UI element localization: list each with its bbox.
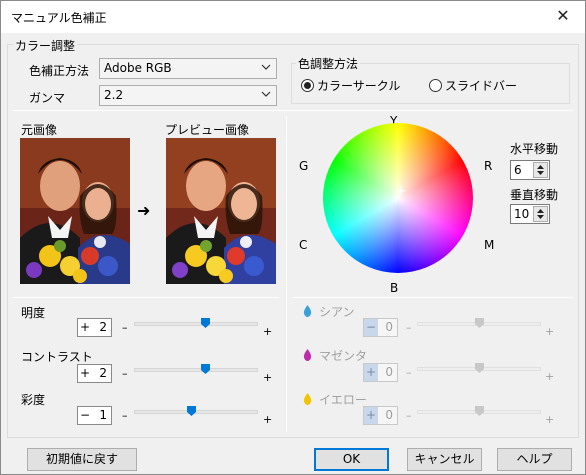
cyan-value: 0 [385, 320, 393, 334]
horizontal-shift-label: 水平移動 [510, 142, 559, 156]
magenta-drop-icon [303, 349, 312, 361]
slider-minus-mark: – [406, 321, 412, 334]
radio-color-circle-label[interactable]: カラーサークル [317, 77, 400, 94]
brightness-slider-thumb[interactable] [201, 317, 210, 328]
saturation-value-box[interactable]: − 1 [77, 406, 112, 425]
saturation-sign: − [79, 408, 91, 422]
yellow-sign: + [364, 407, 378, 424]
yellow-value-box: + 0 [363, 406, 398, 425]
brightness-value: 2 [99, 320, 107, 334]
cyan-value-box: − 0 [363, 318, 398, 337]
brightness-sign: + [79, 320, 91, 334]
divider [13, 297, 279, 298]
close-button[interactable]: ✕ [541, 1, 585, 31]
cyan-label: シアン [319, 305, 355, 319]
cancel-button[interactable]: キャンセル [407, 448, 482, 471]
slider-minus-mark: – [406, 366, 412, 379]
wheel-label-g: G [299, 159, 309, 173]
window-title: マニュアル色補正 [11, 11, 107, 25]
correction-method-select[interactable]: Adobe RGB [99, 58, 277, 79]
radio-slide-bar[interactable] [429, 79, 442, 92]
wheel-center-marker[interactable]: + [395, 183, 407, 199]
slider-minus-mark: – [122, 321, 128, 334]
vertical-shift-label: 垂直移動 [510, 188, 559, 202]
title-bar: マニュアル色補正 ✕ [1, 1, 585, 33]
yellow-value: 0 [385, 408, 393, 422]
reset-defaults-button[interactable]: 初期値に戻す [27, 448, 137, 471]
contrast-sign: + [79, 366, 91, 380]
original-image [20, 138, 130, 284]
radio-slide-bar-label[interactable]: スライドバー [445, 77, 517, 94]
magenta-slider-thumb [475, 362, 484, 373]
saturation-slider-track[interactable] [134, 410, 258, 414]
correction-method-value: Adobe RGB [104, 61, 172, 75]
correction-method-label: 色補正方法 [29, 64, 90, 78]
brightness-slider-track[interactable] [134, 322, 258, 326]
slider-minus-mark: – [406, 409, 412, 422]
slider-plus-mark: + [545, 413, 555, 426]
slider-minus-mark: – [122, 409, 128, 422]
brightness-value-box[interactable]: + 2 [77, 318, 112, 337]
yellow-drop-icon [303, 393, 312, 405]
yellow-slider-thumb [475, 405, 484, 416]
saturation-value: 1 [99, 408, 107, 422]
contrast-slider-track[interactable] [134, 368, 258, 372]
gamma-label: ガンマ [29, 91, 66, 105]
ok-button[interactable]: OK [314, 448, 389, 471]
method-legend: 色調整方法 [296, 55, 361, 72]
help-button[interactable]: ヘルプ [497, 448, 572, 471]
wheel-label-c: C [299, 238, 308, 252]
preview-image-label: プレビュー画像 [165, 123, 250, 137]
wheel-label-m: M [484, 238, 495, 252]
cyan-slider-thumb [475, 317, 484, 328]
horizontal-shift-value: 6 [514, 163, 522, 177]
slider-plus-mark: + [263, 371, 273, 384]
slider-plus-mark: + [545, 370, 555, 383]
magenta-value-box: + 0 [363, 363, 398, 382]
slider-plus-mark: + [263, 325, 273, 338]
spin-arrows-icon[interactable] [533, 206, 548, 222]
gamma-value: 2.2 [104, 88, 124, 102]
yellow-label: イエロー [319, 393, 367, 407]
magenta-label: マゼンタ [319, 349, 368, 363]
contrast-slider-thumb[interactable] [201, 363, 210, 374]
wheel-label-b: B [390, 281, 399, 295]
magenta-sign: + [364, 364, 378, 381]
dialog-window: マニュアル色補正 ✕ カラー調整 色補正方法 Adobe RGB ガンマ 2.2… [0, 0, 586, 475]
contrast-label: コントラスト [21, 350, 93, 364]
cyan-sign: − [364, 319, 378, 336]
vertical-shift-spinner[interactable]: 10 [510, 204, 550, 224]
chevron-down-icon [261, 64, 271, 70]
brightness-label: 明度 [21, 306, 46, 320]
saturation-label: 彩度 [21, 393, 46, 407]
original-image-label: 元画像 [21, 123, 58, 137]
saturation-slider-thumb[interactable] [187, 405, 196, 416]
wheel-label-r: R [484, 159, 493, 173]
divider [13, 110, 573, 111]
vertical-shift-value: 10 [514, 207, 530, 221]
slider-plus-mark: + [263, 413, 273, 426]
contrast-value: 2 [99, 366, 107, 380]
cyan-drop-icon [303, 305, 312, 317]
arrow-right-icon: ➜ [137, 201, 151, 220]
color-adjust-legend: カラー調整 [13, 37, 78, 54]
divider [286, 116, 287, 432]
slider-minus-mark: – [122, 367, 128, 380]
preview-image [166, 138, 276, 284]
spin-arrows-icon[interactable] [533, 162, 548, 178]
contrast-value-box[interactable]: + 2 [77, 364, 112, 383]
slider-plus-mark: + [545, 325, 555, 338]
horizontal-shift-spinner[interactable]: 6 [510, 160, 550, 180]
chevron-down-icon [261, 91, 271, 97]
radio-color-circle[interactable] [301, 79, 314, 92]
magenta-value: 0 [385, 365, 393, 379]
gamma-select[interactable]: 2.2 [99, 85, 277, 106]
divider [293, 297, 573, 298]
